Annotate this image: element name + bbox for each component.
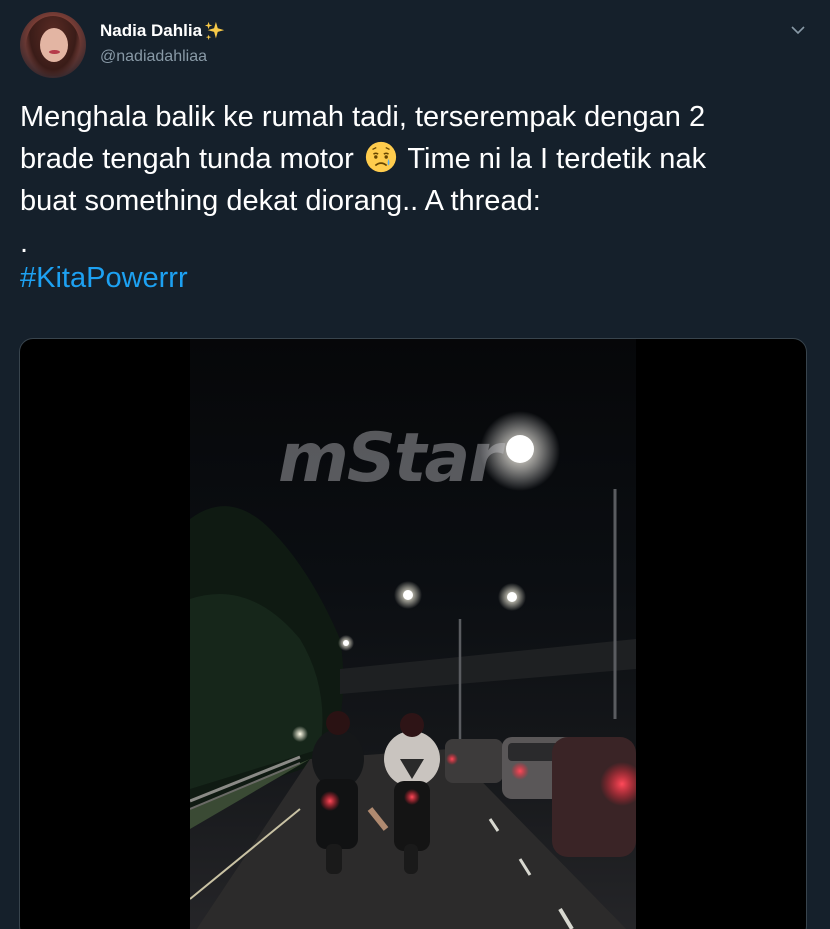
avatar-lips — [49, 50, 60, 54]
sparkles-icon — [204, 21, 225, 41]
hashtag-link[interactable]: #KitaPowerrr — [20, 262, 188, 295]
sad-but-relieved-face-icon — [365, 141, 396, 173]
tweet-card: Nadia Dahlia @nadiadahliaa Menghala bali… — [0, 0, 830, 929]
tweet-body: Menghala balik ke rumah tadi, terserempa… — [20, 96, 810, 264]
author-display-name[interactable]: Nadia Dahlia — [100, 21, 202, 41]
tweet-line: brade tengah tunda motor Time ni la I te… — [20, 138, 810, 180]
author-name-row[interactable]: Nadia Dahlia — [100, 20, 226, 42]
avatar[interactable] — [20, 12, 86, 78]
avatar-face — [40, 28, 68, 62]
video-watermark: mStar — [278, 419, 502, 498]
tweet-text-segment: brade tengah tunda motor — [20, 143, 354, 175]
video-frame[interactable]: mStar — [190, 339, 636, 929]
tweet-line: . — [20, 227, 29, 259]
author-handle[interactable]: @nadiadahliaa — [100, 48, 207, 66]
tweet-text-segment: Time ni la I terdetik nak — [407, 143, 707, 175]
chevron-down-icon[interactable] — [790, 22, 806, 38]
tweet-line: Menghala balik ke rumah tadi, terserempa… — [20, 101, 706, 133]
video-media[interactable]: mStar — [19, 338, 807, 929]
tweet-line: buat something dekat diorang.. A thread: — [20, 185, 541, 217]
